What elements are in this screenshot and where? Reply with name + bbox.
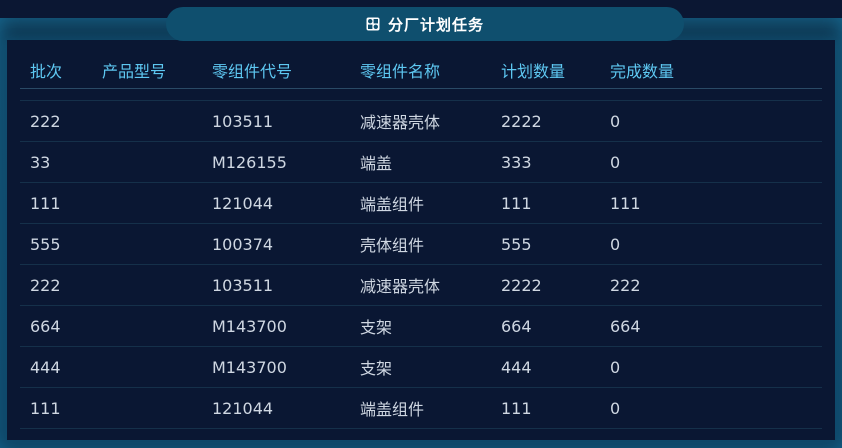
cell-part-code: M143700 — [212, 357, 287, 377]
column-header-completed-qty[interactable]: 完成数量 — [610, 58, 730, 82]
cell-batch: 33 — [30, 152, 51, 172]
cell-batch: 111 — [30, 193, 61, 213]
cell-part-name: 端盖 — [360, 154, 393, 173]
grid-box-icon — [366, 17, 380, 31]
cell-part-code: 103511 — [212, 275, 274, 295]
cell-completed-qty: 0 — [610, 152, 621, 172]
table-row[interactable]: 555 100374 壳体组件 555 0 — [20, 224, 822, 265]
cell-part-name: 支架 — [360, 359, 393, 378]
header-divider — [20, 89, 822, 101]
cell-part-name: 减速器壳体 — [360, 113, 441, 132]
cell-part-name: 减速器壳体 — [360, 277, 441, 296]
cell-completed-qty: 0 — [610, 234, 621, 254]
cell-planned-qty: 111 — [501, 398, 532, 418]
table-row[interactable]: 222 103511 减速器壳体 2222 222 — [20, 265, 822, 306]
cell-completed-qty: 664 — [610, 316, 641, 336]
cell-batch: 111 — [30, 398, 61, 418]
plan-task-table: 批次 产品型号 零组件代号 零组件名称 计划数量 完成数量 222 103511… — [20, 52, 822, 429]
cell-planned-qty: 555 — [501, 234, 532, 254]
cell-part-name: 端盖组件 — [360, 400, 425, 419]
cell-completed-qty: 0 — [610, 398, 621, 418]
cell-batch: 664 — [30, 316, 61, 336]
cell-part-name: 支架 — [360, 318, 393, 337]
column-header-part-code[interactable]: 零组件代号 — [212, 58, 360, 82]
column-header-planned-qty[interactable]: 计划数量 — [501, 58, 610, 82]
table-row[interactable]: 33 M126155 端盖 333 0 — [20, 142, 822, 183]
table-row[interactable]: 222 103511 减速器壳体 2222 0 — [20, 101, 822, 142]
cell-part-code: 121044 — [212, 398, 274, 418]
panel-title-tab: 分厂计划任务 — [166, 7, 684, 41]
cell-part-code: M126155 — [212, 152, 287, 172]
cell-completed-qty: 222 — [610, 275, 641, 295]
panel-title: 分厂计划任务 — [387, 15, 484, 34]
table-row[interactable]: 111 121044 端盖组件 111 0 — [20, 388, 822, 429]
column-header-part-name[interactable]: 零组件名称 — [360, 58, 501, 82]
cell-completed-qty: 0 — [610, 111, 621, 131]
cell-batch: 444 — [30, 357, 61, 377]
cell-part-code: 100374 — [212, 234, 274, 254]
cell-planned-qty: 664 — [501, 316, 532, 336]
table-row[interactable]: 444 M143700 支架 444 0 — [20, 347, 822, 388]
cell-part-code: M143700 — [212, 316, 287, 336]
cell-completed-qty: 111 — [610, 193, 641, 213]
cell-planned-qty: 2222 — [501, 111, 542, 131]
cell-planned-qty: 444 — [501, 357, 532, 377]
table-header: 批次 产品型号 零组件代号 零组件名称 计划数量 完成数量 — [20, 52, 822, 89]
cell-part-code: 103511 — [212, 111, 274, 131]
cell-batch: 222 — [30, 111, 61, 131]
cell-part-code: 121044 — [212, 193, 274, 213]
column-header-product-model[interactable]: 产品型号 — [102, 58, 212, 82]
cell-batch: 222 — [30, 275, 61, 295]
cell-completed-qty: 0 — [610, 357, 621, 377]
table-row[interactable]: 664 M143700 支架 664 664 — [20, 306, 822, 347]
cell-planned-qty: 2222 — [501, 275, 542, 295]
cell-planned-qty: 111 — [501, 193, 532, 213]
column-header-batch[interactable]: 批次 — [20, 58, 102, 82]
table-row[interactable]: 111 121044 端盖组件 111 111 — [20, 183, 822, 224]
cell-batch: 555 — [30, 234, 61, 254]
cell-planned-qty: 333 — [501, 152, 532, 172]
cell-part-name: 壳体组件 — [360, 236, 425, 255]
cell-part-name: 端盖组件 — [360, 195, 425, 214]
dashboard-frame: 分厂计划任务 批次 产品型号 零组件代号 零组件名称 计划数量 完成数量 222… — [0, 0, 842, 448]
